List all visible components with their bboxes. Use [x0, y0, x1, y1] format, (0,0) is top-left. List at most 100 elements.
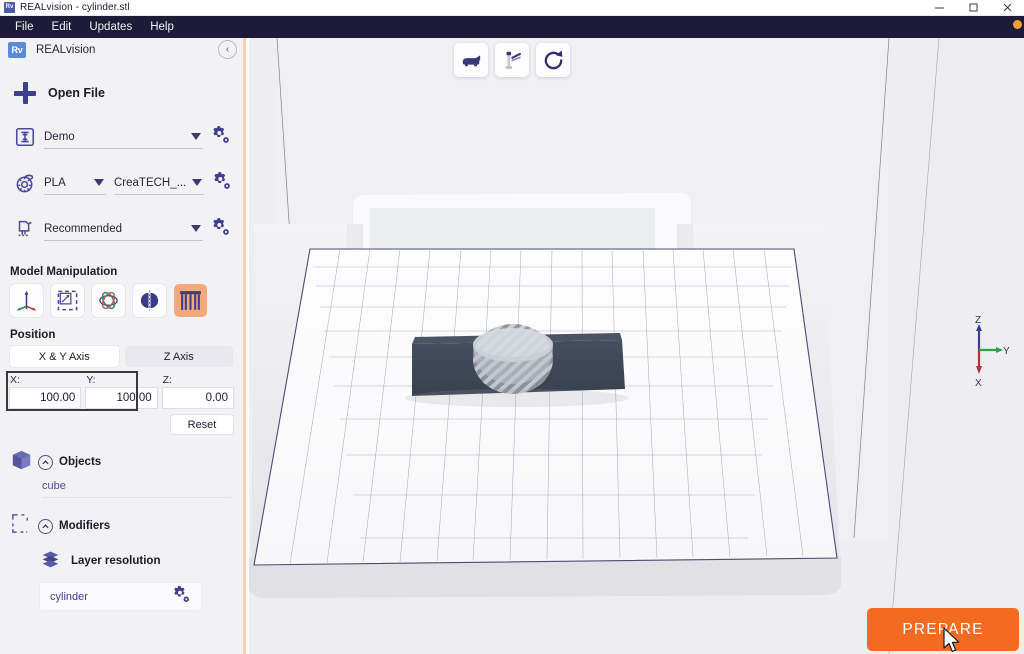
plus-icon	[10, 82, 40, 104]
coord-z: Z:	[162, 374, 233, 408]
axis-y-label: Y	[1003, 346, 1010, 357]
model-manipulation-title: Model Manipulation	[10, 266, 118, 278]
coord-x-input[interactable]	[10, 388, 81, 408]
window-controls	[922, 0, 1024, 16]
quality-settings-button[interactable]	[211, 217, 233, 242]
printer-profile-value: Demo	[44, 130, 75, 143]
modifiers-collapse-toggle[interactable]	[38, 518, 53, 534]
chevron-up-icon	[42, 523, 49, 528]
material-row: PLA CreaTECH_...	[0, 160, 243, 206]
position-coordinates: X: Y: Z:	[0, 371, 243, 411]
open-file-label: Open File	[48, 86, 105, 100]
notification-dot	[1013, 20, 1022, 29]
object-item-cube[interactable]: cube	[42, 480, 231, 498]
position-axis-tabs: X & Y Axis Z Axis	[0, 346, 243, 367]
move-tool-button[interactable]	[10, 284, 43, 317]
sidebar: Rv REALvision ‹ Open File Demo PLA CreaT…	[0, 38, 246, 654]
view-toolbar	[454, 43, 570, 77]
camera-view-button[interactable]	[454, 43, 488, 77]
quality-row: Recommended	[0, 206, 243, 252]
reset-view-button[interactable]	[536, 43, 570, 77]
objects-title: Objects	[59, 456, 102, 468]
reset-view-icon	[544, 50, 562, 69]
menu-file[interactable]: File	[6, 19, 43, 35]
coord-y-label: Y:	[86, 374, 96, 386]
position-reset-row: Reset	[0, 415, 243, 434]
cube-icon	[10, 448, 38, 476]
printer-settings-button[interactable]	[211, 125, 233, 150]
menu-edit[interactable]: Edit	[43, 19, 81, 35]
printer-icon	[10, 126, 40, 148]
3d-viewport[interactable]: Z Y X PREPARE	[249, 38, 1024, 654]
modifier-box-icon	[10, 512, 38, 540]
open-file-button[interactable]: Open File	[0, 72, 243, 114]
mirror-icon	[140, 290, 159, 311]
material-brand-select[interactable]: CreaTECH_...	[114, 171, 204, 195]
app-window: Rv REALvision - cylinder.stl File Edit U…	[0, 0, 1024, 654]
minimize-button[interactable]	[922, 0, 956, 16]
move-axes-icon	[16, 290, 37, 311]
menu-updates[interactable]: Updates	[80, 19, 141, 35]
mesh-settings-button[interactable]	[172, 585, 191, 609]
objects-group-header: Objects	[0, 448, 243, 476]
menu-bar: File Edit Updates Help	[0, 16, 1024, 38]
close-button[interactable]	[990, 0, 1024, 16]
close-icon	[1003, 3, 1011, 12]
tab-z-axis[interactable]: Z Axis	[124, 346, 233, 367]
modifier-mesh-cylinder[interactable]: cylinder	[40, 583, 201, 610]
camera-view-icon	[462, 55, 481, 67]
coord-x: X:	[10, 374, 81, 408]
menu-help[interactable]: Help	[141, 19, 183, 35]
minimize-icon	[934, 7, 944, 9]
axis-x-label: X	[975, 378, 982, 388]
objects-collapse-toggle[interactable]	[38, 454, 53, 470]
maximize-button[interactable]	[956, 0, 990, 16]
support-bars-icon	[180, 291, 201, 310]
collapse-sidebar-button[interactable]: ‹	[218, 40, 237, 59]
filament-spool-icon	[10, 172, 40, 195]
chevron-down-icon	[191, 133, 201, 140]
brand-name: REALvision	[36, 44, 96, 56]
coord-y: Y:	[86, 374, 157, 408]
brand-logo: Rv	[8, 42, 26, 58]
axis-indicator: Z Y X	[952, 310, 1010, 389]
coord-x-label: X:	[10, 374, 20, 386]
tab-xy-axis[interactable]: X & Y Axis	[10, 346, 119, 367]
scale-tool-button[interactable]	[51, 284, 84, 317]
modifier-label: Layer resolution	[71, 555, 161, 567]
coord-y-input[interactable]	[86, 388, 157, 408]
chevron-down-icon	[192, 179, 202, 186]
coord-z-label: Z:	[162, 374, 172, 386]
rotate-tool-button[interactable]	[92, 284, 125, 317]
quality-value: Recommended	[44, 222, 122, 235]
position-title: Position	[10, 329, 56, 341]
chevron-up-icon	[42, 459, 49, 464]
print-quality-icon	[10, 218, 40, 240]
title-bar: Rv REALvision - cylinder.stl	[0, 0, 1024, 16]
support-blocker-button[interactable]	[495, 43, 529, 77]
app-icon: Rv	[4, 2, 15, 13]
layers-icon	[40, 548, 61, 574]
gear-icon	[174, 585, 189, 602]
window-title: REALvision - cylinder.stl	[20, 2, 130, 13]
coord-z-input[interactable]	[162, 388, 233, 408]
material-type-value: PLA	[44, 176, 66, 189]
modifiers-title: Modifiers	[59, 520, 111, 532]
mesh-name: cylinder	[50, 590, 88, 603]
chevron-down-icon	[191, 225, 201, 232]
printer-profile-row: Demo	[0, 114, 243, 160]
quality-select[interactable]: Recommended	[44, 217, 203, 241]
support-tool-button[interactable]	[174, 284, 207, 317]
printer-profile-select[interactable]: Demo	[44, 125, 203, 149]
material-settings-button[interactable]	[212, 171, 234, 196]
material-type-select[interactable]: PLA	[44, 171, 106, 195]
reset-position-button[interactable]: Reset	[171, 415, 233, 434]
build-volume-render	[249, 38, 1024, 654]
mirror-tool-button[interactable]	[133, 284, 166, 317]
support-blocker-icon	[505, 51, 522, 69]
chevron-down-icon	[94, 179, 104, 186]
prepare-button[interactable]: PREPARE	[867, 608, 1019, 651]
rotate-icon	[99, 291, 118, 310]
scale-icon	[57, 290, 78, 311]
modifier-item-layer-resolution[interactable]: Layer resolution	[40, 548, 243, 574]
